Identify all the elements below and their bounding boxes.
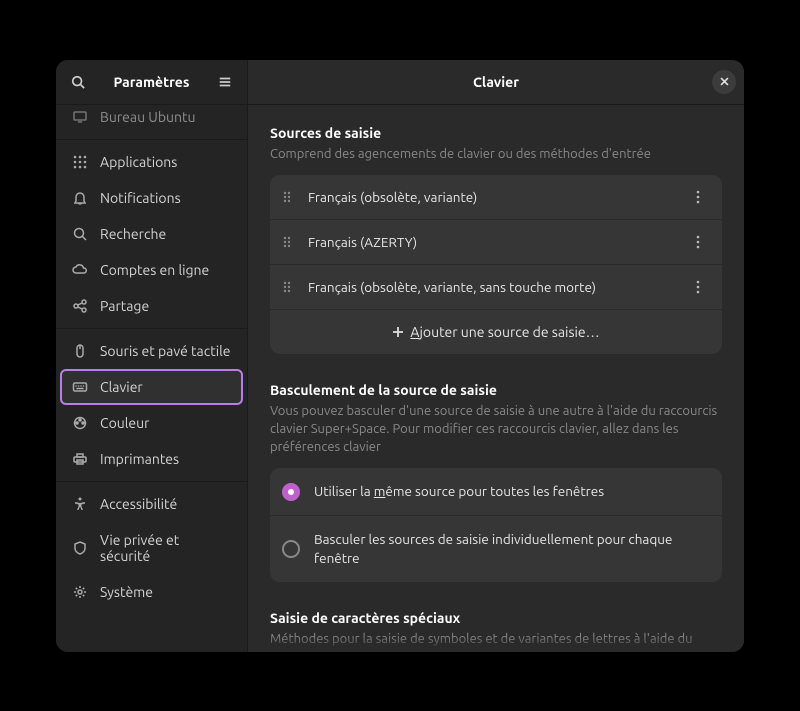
privacy-icon (72, 540, 88, 556)
section-title: Sources de saisie (270, 125, 722, 141)
sidebar-item-recherche[interactable]: Recherche (60, 216, 243, 252)
keyboard-icon (72, 379, 88, 395)
add-input-source-button[interactable]: Ajouter une source de saisie… (270, 310, 722, 354)
sidebar-item-vie-privée-et-sécurité[interactable]: Vie privée et sécurité (60, 522, 243, 574)
sidebar-item-comptes-en-ligne[interactable]: Comptes en ligne (60, 252, 243, 288)
page-title: Clavier (473, 74, 519, 90)
system-icon (72, 584, 88, 600)
hamburger-icon (218, 75, 232, 89)
input-source-row[interactable]: Français (AZERTY) (270, 220, 722, 265)
radio-label: Utiliser la même source pour toutes les … (314, 482, 710, 501)
sidebar-item-label: Comptes en ligne (100, 262, 209, 278)
sidebar-item-label: Clavier (100, 379, 143, 395)
color-icon (72, 415, 88, 431)
apps-icon (72, 154, 88, 170)
section-title: Saisie de caractères spéciaux (270, 610, 722, 626)
more-vertical-icon (696, 235, 700, 249)
input-sources-list: Français (obsolète, variante) Français (A… (270, 175, 722, 354)
content-pane: Clavier Sources de saisie Comprend des a… (248, 60, 744, 652)
sidebar-item-couleur[interactable]: Couleur (60, 405, 243, 441)
sidebar-header: Paramètres (56, 60, 247, 105)
sidebar-item-label: Applications (100, 154, 177, 170)
input-source-label: Français (AZERTY) (308, 234, 674, 250)
sidebar-item-label: Couleur (100, 415, 149, 431)
separator (56, 328, 247, 329)
display-icon (72, 109, 88, 125)
section-desc: Comprend des agencements de clavier ou d… (270, 145, 722, 163)
plus-icon (392, 326, 404, 338)
sidebar-item-label: Souris et pavé tactile (100, 343, 231, 359)
input-source-row[interactable]: Français (obsolète, variante, sans touch… (270, 265, 722, 310)
sidebar-item-label: Vie privée et sécurité (100, 532, 231, 564)
search-button[interactable] (62, 66, 94, 98)
sidebar-title: Paramètres (94, 74, 209, 90)
accessibility-icon (72, 496, 88, 512)
section-special-chars: Saisie de caractères spéciaux Méthodes p… (270, 610, 722, 652)
mouse-icon (72, 343, 88, 359)
printer-icon (72, 451, 88, 467)
radio-same-source[interactable]: Utiliser la même source pour toutes les … (270, 468, 722, 516)
search-icon (72, 226, 88, 242)
add-label: Ajouter une source de saisie… (410, 324, 599, 340)
sidebar-item-label: Accessibilité (100, 496, 177, 512)
drag-handle-icon[interactable] (282, 280, 296, 294)
menu-button[interactable] (209, 66, 241, 98)
settings-window: Paramètres Bureau Ubuntu Applications Noti… (56, 60, 744, 652)
sidebar-list[interactable]: Bureau Ubuntu Applications Notifications Re… (56, 105, 247, 652)
sidebar-item-label: Bureau Ubuntu (100, 109, 196, 125)
share-icon (72, 298, 88, 314)
sidebar-item-label: Notifications (100, 190, 181, 206)
switching-options: Utiliser la même source pour toutes les … (270, 468, 722, 582)
sidebar-item-label: Partage (100, 298, 149, 314)
section-desc: Méthodes pour la saisie de symboles et d… (270, 630, 722, 652)
radio-icon (282, 540, 300, 558)
sidebar-item-système[interactable]: Système (60, 574, 243, 610)
sidebar-item-applications[interactable]: Applications (60, 144, 243, 180)
separator (56, 139, 247, 140)
sidebar-item-label: Système (100, 584, 153, 600)
sidebar-item-accessibilité[interactable]: Accessibilité (60, 486, 243, 522)
sidebar-item-label: Recherche (100, 226, 166, 242)
sidebar-item-notifications[interactable]: Notifications (60, 180, 243, 216)
more-vertical-icon (696, 190, 700, 204)
close-button[interactable] (712, 70, 736, 94)
radio-per-window[interactable]: Basculer les sources de saisie individue… (270, 516, 722, 582)
section-desc: Vous pouvez basculer d'une source de sai… (270, 402, 722, 457)
more-button[interactable] (686, 190, 710, 204)
sidebar-item-partage[interactable]: Partage (60, 288, 243, 324)
more-vertical-icon (696, 280, 700, 294)
sidebar: Paramètres Bureau Ubuntu Applications Noti… (56, 60, 248, 652)
search-icon (71, 75, 85, 89)
content-header: Clavier (248, 60, 744, 105)
input-source-row[interactable]: Français (obsolète, variante) (270, 175, 722, 220)
content-body[interactable]: Sources de saisie Comprend des agencemen… (248, 105, 744, 652)
more-button[interactable] (686, 280, 710, 294)
close-icon (719, 76, 730, 87)
more-button[interactable] (686, 235, 710, 249)
drag-handle-icon[interactable] (282, 190, 296, 204)
cloud-icon (72, 262, 88, 278)
sidebar-item-partial[interactable]: Bureau Ubuntu (60, 109, 243, 135)
section-switching: Basculement de la source de saisie Vous … (270, 382, 722, 582)
radio-icon (282, 483, 300, 501)
section-title: Basculement de la source de saisie (270, 382, 722, 398)
input-source-label: Français (obsolète, variante, sans touch… (308, 279, 674, 295)
input-source-label: Français (obsolète, variante) (308, 189, 674, 205)
radio-label: Basculer les sources de saisie individue… (314, 530, 710, 568)
sidebar-item-souris-et-pavé-tactile[interactable]: Souris et pavé tactile (60, 333, 243, 369)
sidebar-item-clavier[interactable]: Clavier (60, 369, 243, 405)
bell-icon (72, 190, 88, 206)
sidebar-item-label: Imprimantes (100, 451, 179, 467)
drag-handle-icon[interactable] (282, 235, 296, 249)
sidebar-item-imprimantes[interactable]: Imprimantes (60, 441, 243, 477)
separator (56, 481, 247, 482)
section-input-sources: Sources de saisie Comprend des agencemen… (270, 125, 722, 354)
